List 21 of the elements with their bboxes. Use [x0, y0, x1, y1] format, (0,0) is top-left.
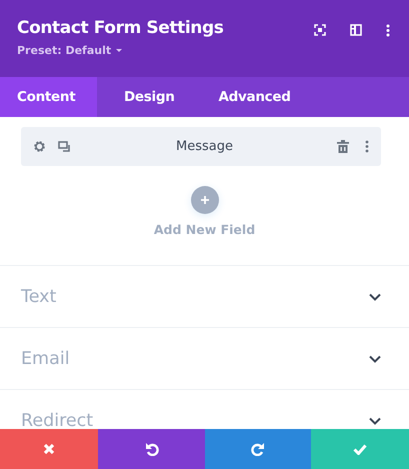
- settings-icon[interactable]: [33, 140, 46, 153]
- trash-icon[interactable]: [337, 140, 349, 153]
- plus-icon: [200, 195, 210, 205]
- panel-title: Contact Form Settings: [17, 18, 224, 38]
- tab[interactable]: Content: [0, 77, 97, 117]
- tab[interactable]: Design: [97, 77, 202, 117]
- field-label: Message: [175, 139, 234, 154]
- expand-icon[interactable]: [314, 24, 326, 36]
- more-icon[interactable]: [386, 24, 390, 36]
- more-icon[interactable]: [365, 140, 369, 153]
- caret-icon: [115, 48, 124, 53]
- undo-icon: [144, 442, 158, 456]
- sidebar-icon[interactable]: [350, 24, 362, 36]
- redo-icon: [251, 442, 265, 456]
- duplicate-icon[interactable]: [58, 140, 72, 152]
- preset-dropdown[interactable]: Preset: Default: [17, 44, 124, 57]
- check-icon: [353, 444, 367, 454]
- add-button[interactable]: [190, 186, 218, 214]
- field-row[interactable]: Message: [21, 127, 381, 166]
- tab[interactable]: Advanced: [202, 77, 308, 117]
- close-icon: [43, 443, 55, 455]
